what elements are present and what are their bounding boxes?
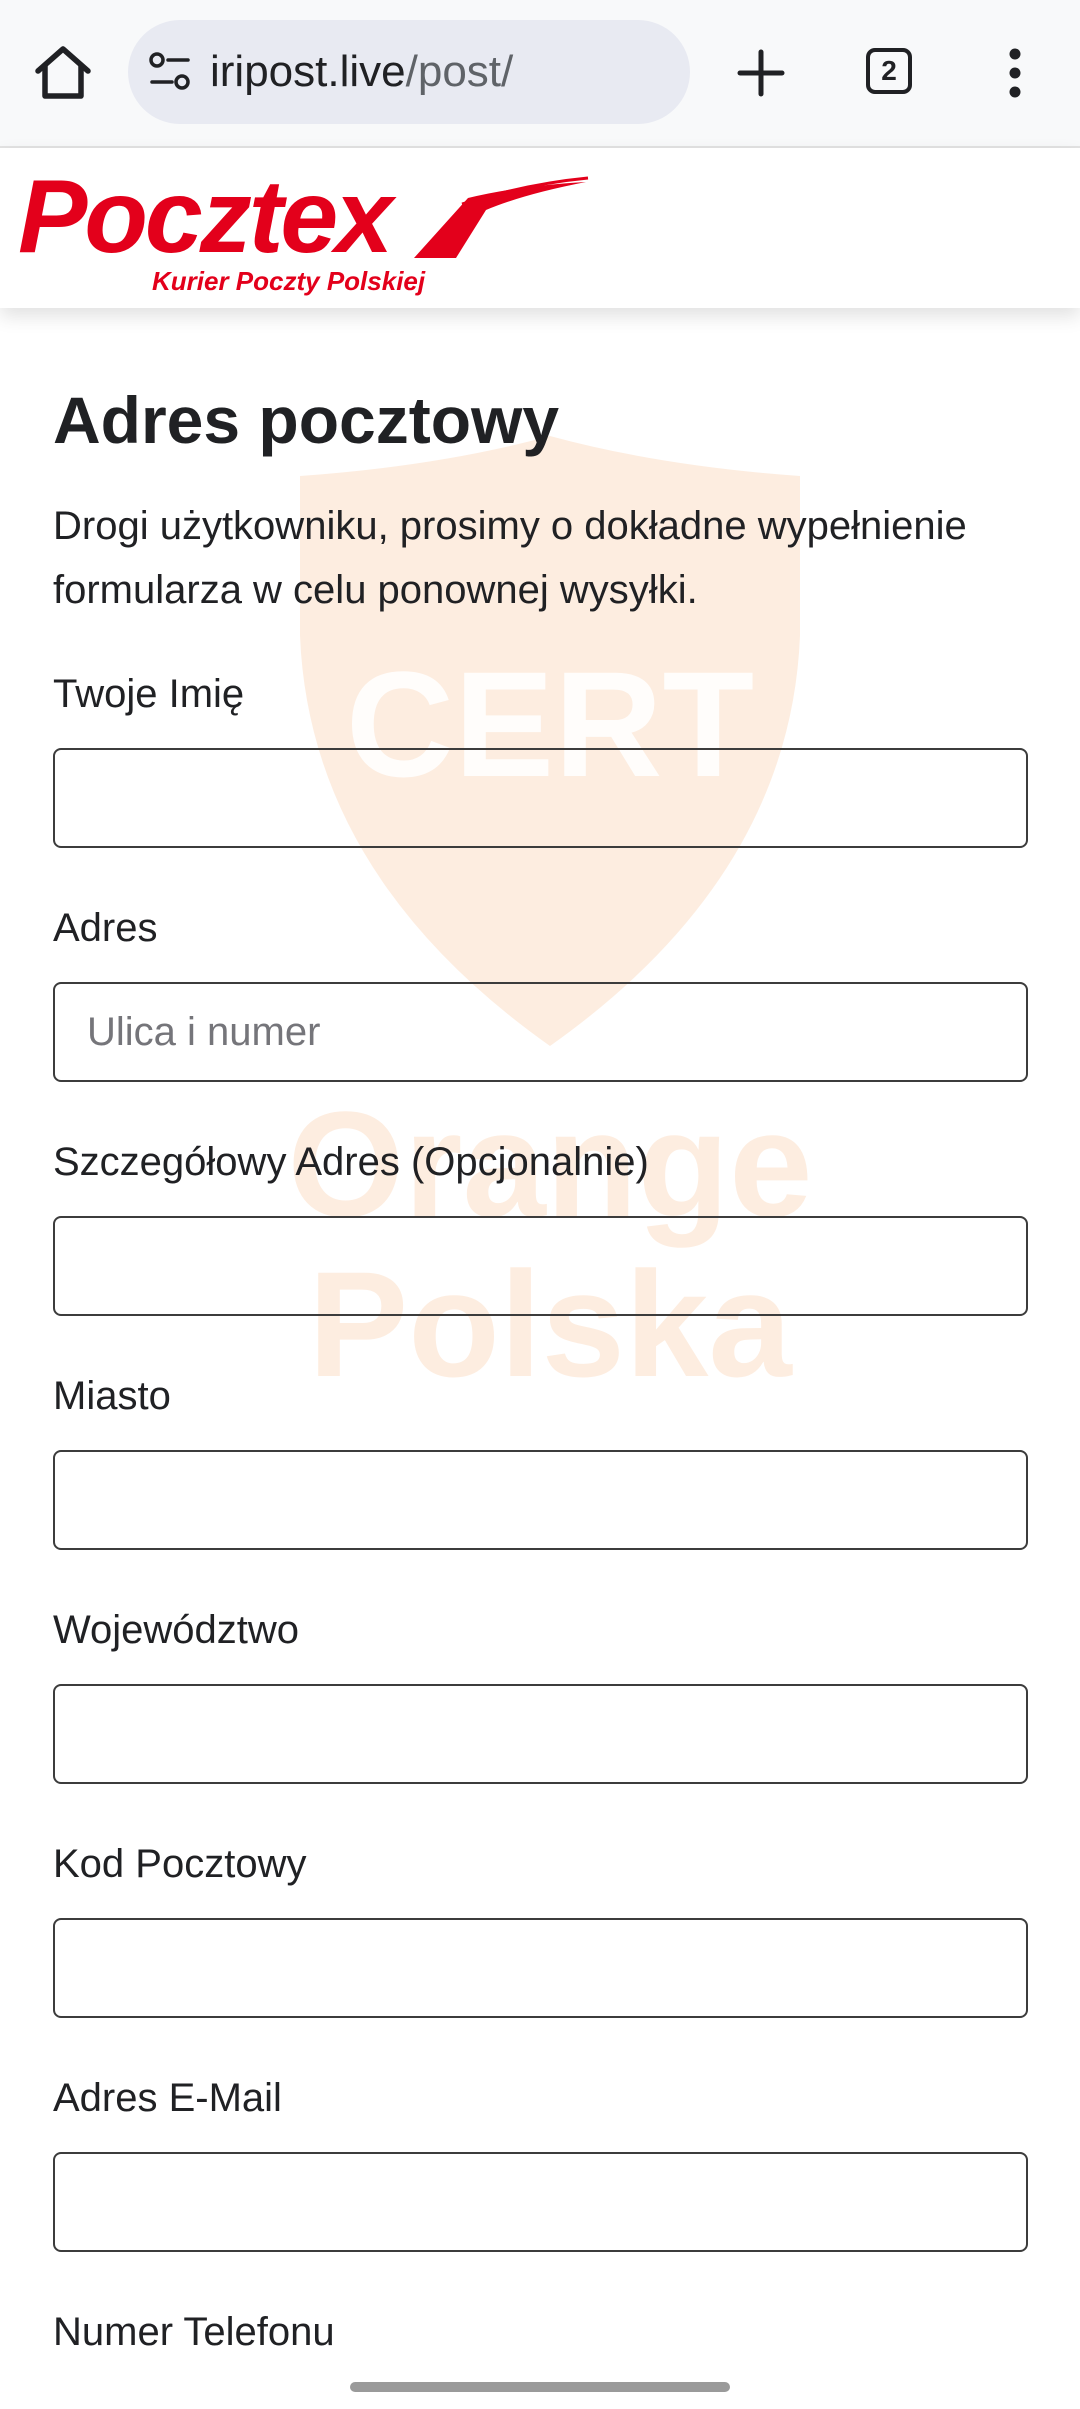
plus-icon	[737, 49, 785, 97]
city-input[interactable]	[53, 1450, 1028, 1550]
home-icon	[35, 46, 91, 99]
address-input[interactable]	[53, 982, 1028, 1082]
home-button[interactable]	[30, 40, 96, 106]
url-host: iripost.live	[210, 47, 406, 96]
new-tab-button[interactable]	[728, 40, 794, 106]
tab-switcher-button[interactable]: 2	[866, 48, 912, 94]
label-address: Adres	[53, 906, 158, 950]
voivodeship-input[interactable]	[53, 1684, 1028, 1784]
label-name: Twoje Imię	[53, 672, 245, 716]
url-text[interactable]: iripost.live/post/	[210, 44, 513, 100]
label-email: Adres E-Mail	[53, 2076, 282, 2120]
name-input[interactable]	[53, 748, 1028, 848]
label-postal-code: Kod Pocztowy	[53, 1842, 307, 1886]
page-title: Adres pocztowy	[53, 383, 560, 457]
label-phone: Numer Telefonu	[53, 2310, 335, 2354]
browser-menu-button[interactable]	[990, 40, 1040, 106]
label-city: Miasto	[53, 1374, 171, 1418]
site-info-button[interactable]	[148, 50, 192, 94]
label-address-details: Szczegółowy Adres (Opcjonalnie)	[53, 1140, 649, 1184]
site-header: Pocztex Kurier Poczty Polskiej	[0, 148, 1080, 308]
address-details-input[interactable]	[53, 1216, 1028, 1316]
email-input[interactable]	[53, 2152, 1028, 2252]
form-intro: Drogi użytkowniku, prosimy o dokładne wy…	[53, 504, 967, 612]
tab-count: 2	[881, 55, 897, 86]
more-vert-icon	[1009, 48, 1021, 98]
url-path: /post/	[405, 47, 514, 96]
gesture-nav-bar[interactable]	[350, 2382, 730, 2392]
browser-toolbar: iripost.live/post/ 2	[0, 0, 1080, 148]
site-info-icon	[149, 52, 190, 90]
pocztex-logo[interactable]: Pocztex Kurier Poczty Polskiej	[16, 162, 596, 296]
logo-subtitle: Kurier Poczty Polskiej	[152, 266, 426, 296]
logo-text: Pocztex	[18, 162, 397, 275]
address-bar[interactable]: iripost.live/post/	[128, 20, 690, 124]
label-voivodeship: Województwo	[53, 1608, 300, 1652]
postal-code-input[interactable]	[53, 1918, 1028, 2018]
